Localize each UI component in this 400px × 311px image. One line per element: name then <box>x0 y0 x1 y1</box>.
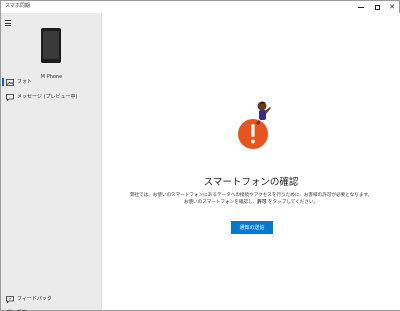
maximize-icon <box>374 4 380 10</box>
photos-icon <box>6 78 14 86</box>
title-bar[interactable]: スマホ同期 ✕ <box>1 1 399 13</box>
description-text: お使いのスマートフォンを確認し、 <box>183 200 258 205</box>
sidebar-item-label: フィードバック <box>17 296 52 302</box>
maximize-button[interactable] <box>369 1 385 13</box>
send-notification-button[interactable]: 通知の送信 <box>231 221 273 234</box>
messages-icon <box>6 93 14 101</box>
minimize-button[interactable] <box>353 1 369 13</box>
sidebar-item-feedback[interactable]: フィードバック <box>1 293 102 305</box>
main-content: スマートフォンの確認 弊社では、お使いのスマートフォンにあるデータへの接続やアク… <box>102 13 400 310</box>
sidebar-item-settings[interactable]: 設定 <box>1 307 102 311</box>
sidebar-item-messages[interactable]: メッセージ (プレビュー中) <box>1 91 102 103</box>
minimize-icon <box>358 6 364 8</box>
alert-illustration <box>234 98 274 154</box>
description-line-2: お使いのスマートフォンを確認し、許可 をタップしてください。 <box>102 200 400 206</box>
sidebar-item-label: メッセージ (プレビュー中) <box>17 94 78 100</box>
sidebar: M Phone フォト メッセージ (プレビュー中) フィードバック 設定 <box>1 13 102 311</box>
close-icon: ✕ <box>389 3 395 11</box>
sidebar-item-photos[interactable]: フォト <box>1 76 102 88</box>
sidebar-item-label: フォト <box>17 79 33 85</box>
page-title: スマートフォンの確認 <box>203 177 299 188</box>
selection-indicator <box>2 78 4 86</box>
app-window: スマホ同期 ✕ M Phone フォト メッセージ (プレビュー中) フィードバ… <box>0 0 400 311</box>
close-button[interactable]: ✕ <box>384 1 400 13</box>
phone-icon <box>41 28 61 63</box>
hamburger-icon[interactable] <box>5 20 13 26</box>
window-title: スマホ同期 <box>5 3 30 9</box>
description-line-1: 弊社では、お使いのスマートフォンにあるデータへの接続やアクセスを行うために、お客… <box>129 193 373 198</box>
description-text-end: をタップしてください。 <box>266 200 319 205</box>
feedback-icon <box>6 295 14 303</box>
